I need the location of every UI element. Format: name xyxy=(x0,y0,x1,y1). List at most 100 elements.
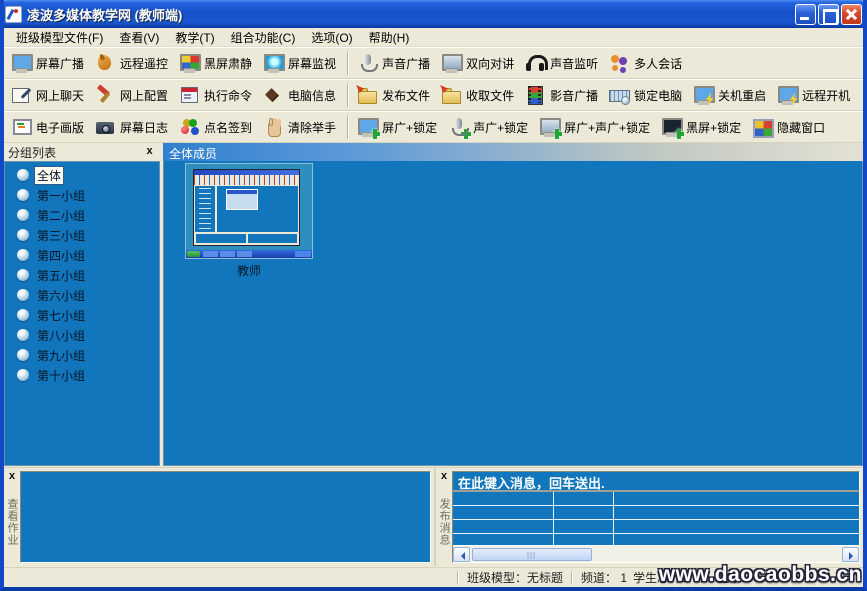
member-label: 教师 xyxy=(184,262,314,279)
mini-sidebar xyxy=(195,186,217,232)
voice-broadcast-button[interactable]: 声音广播 xyxy=(353,51,437,75)
sidebar-item-group5[interactable]: 第五小组 xyxy=(5,265,159,285)
button-label: 执行命令 xyxy=(204,87,252,104)
lock-computer-button[interactable]: 锁定电脑 xyxy=(605,83,689,107)
bottom-area: x 查看作业 x 发布消息 在此键入消息，回车送出. xyxy=(4,467,863,566)
mini-content xyxy=(195,186,298,232)
blackscreen-lock-button[interactable]: 黑屏+锁定 xyxy=(657,115,748,139)
media-broadcast-button[interactable]: 影音广播 xyxy=(521,83,605,107)
status-class-model: 班级模型：无标题 xyxy=(464,569,566,586)
mini-taskbar xyxy=(186,250,312,258)
screen-monitor-button[interactable]: 屏幕监视 xyxy=(259,51,343,75)
sidebar-item-group1[interactable]: 第一小组 xyxy=(5,185,159,205)
screen-broadcast-button[interactable]: 屏幕广播 xyxy=(7,51,91,75)
group-ball-icon xyxy=(17,369,29,381)
send-files-icon xyxy=(356,85,378,105)
button-label: 点名签到 xyxy=(204,119,252,136)
button-label: 远程开机 xyxy=(802,87,850,104)
horizontal-scrollbar[interactable] xyxy=(453,545,859,562)
computer-info-button[interactable]: 电脑信息 xyxy=(259,83,343,107)
mini-bottom-panels xyxy=(195,233,298,244)
menu-file[interactable]: 班级模型文件(F) xyxy=(8,27,111,48)
screen-log-button[interactable]: 屏幕日志 xyxy=(91,115,175,139)
button-label: 声音监听 xyxy=(550,55,598,72)
online-config-button[interactable]: 网上配置 xyxy=(91,83,175,107)
menu-combo[interactable]: 组合功能(C) xyxy=(223,27,304,48)
status-separator xyxy=(457,571,459,584)
message-input[interactable]: 在此键入消息，回车送出. xyxy=(453,472,859,492)
send-files-button[interactable]: 发布文件 xyxy=(353,83,437,107)
remote-poweron-button[interactable]: 远程开机 xyxy=(773,83,857,107)
group-list-close-icon[interactable]: x xyxy=(143,146,156,159)
button-label: 影音广播 xyxy=(550,87,598,104)
menu-help[interactable]: 帮助(H) xyxy=(361,27,418,48)
group-ball-icon xyxy=(17,329,29,341)
black-screen-quiet-button[interactable]: 黑屏肃静 xyxy=(175,51,259,75)
group-session-button[interactable]: 多人会话 xyxy=(605,51,689,75)
toolbar-row-3: 电子画版 屏幕日志 点名签到 清除举手 屏广+锁定 声广+锁定 屏广+声广+锁定… xyxy=(4,111,863,143)
button-label: 屏幕监视 xyxy=(288,55,336,72)
close-button[interactable] xyxy=(841,4,862,25)
shutdown-restart-button[interactable]: 关机重启 xyxy=(689,83,773,107)
minimize-button[interactable] xyxy=(795,4,816,25)
sidebar-item-all[interactable]: 全体 xyxy=(5,165,159,185)
homework-close-icon[interactable]: x xyxy=(6,471,19,484)
button-label: 声音广播 xyxy=(382,55,430,72)
homework-content[interactable] xyxy=(20,471,431,563)
computer-info-icon xyxy=(262,85,284,105)
button-label: 多人会话 xyxy=(634,55,682,72)
group-ball-icon xyxy=(17,189,29,201)
hide-window-button[interactable]: 隐藏窗口 xyxy=(748,115,832,139)
member-teacher[interactable]: 教师 xyxy=(184,163,314,279)
teacher-screen-thumbnail xyxy=(185,163,313,259)
lock-computer-icon xyxy=(608,85,630,105)
message-close-icon[interactable]: x xyxy=(438,471,451,484)
sidebar-item-group7[interactable]: 第七小组 xyxy=(5,305,159,325)
maximize-button[interactable] xyxy=(818,4,839,25)
menu-teach[interactable]: 教学(T) xyxy=(167,27,222,48)
button-label: 电子画版 xyxy=(36,119,84,136)
scroll-right-icon[interactable] xyxy=(842,547,859,562)
sidebar-item-group3[interactable]: 第三小组 xyxy=(5,225,159,245)
voicebroadcast-lock-button[interactable]: 声广+锁定 xyxy=(444,115,535,139)
remote-control-button[interactable]: 远程遥控 xyxy=(91,51,175,75)
button-label: 黑屏+锁定 xyxy=(686,119,741,136)
clear-raised-hands-icon xyxy=(262,117,284,137)
button-label: 屏广+声广+锁定 xyxy=(564,119,650,136)
title-bar[interactable]: 凌波多媒体教学网 (教师端) xyxy=(0,0,867,28)
two-way-intercom-button[interactable]: 双向对讲 xyxy=(437,51,521,75)
scrollbar-thumb[interactable] xyxy=(472,548,592,561)
menu-options[interactable]: 选项(O) xyxy=(303,27,360,48)
sidebar-item-group9[interactable]: 第九小组 xyxy=(5,345,159,365)
sidebar-item-group8[interactable]: 第八小组 xyxy=(5,325,159,345)
plus-overlay-icon xyxy=(461,129,471,139)
group-session-icon xyxy=(608,53,630,73)
sidebar-item-group10[interactable]: 第十小组 xyxy=(5,365,159,385)
group-ball-icon xyxy=(17,269,29,281)
button-label: 网上聊天 xyxy=(36,87,84,104)
sidebar-item-group4[interactable]: 第四小组 xyxy=(5,245,159,265)
button-label: 网上配置 xyxy=(120,87,168,104)
sidebar-item-group2[interactable]: 第二小组 xyxy=(5,205,159,225)
collect-files-button[interactable]: 收取文件 xyxy=(437,83,521,107)
run-command-button[interactable]: 执行命令 xyxy=(175,83,259,107)
voice-broadcast-icon xyxy=(356,53,378,73)
whiteboard-button[interactable]: 电子画版 xyxy=(7,115,91,139)
voice-listen-button[interactable]: 声音监听 xyxy=(521,51,605,75)
scroll-left-icon[interactable] xyxy=(453,547,470,562)
online-chat-icon xyxy=(10,85,32,105)
mini-start-button xyxy=(187,251,200,257)
status-separator xyxy=(571,571,573,584)
media-broadcast-icon xyxy=(524,85,546,105)
lightning-overlay-icon xyxy=(704,93,715,106)
menu-view[interactable]: 查看(V) xyxy=(111,27,167,48)
sidebar-item-group6[interactable]: 第六小组 xyxy=(5,285,159,305)
button-label: 双向对讲 xyxy=(466,55,514,72)
clear-raised-hands-button[interactable]: 清除举手 xyxy=(259,115,343,139)
toolbar-separator xyxy=(347,115,349,139)
roll-call-button[interactable]: 点名签到 xyxy=(175,115,259,139)
screenbroadcast-lock-button[interactable]: 屏广+锁定 xyxy=(353,115,444,139)
group-list: 全体 第一小组 第二小组 第三小组 第四小组 第五小组 第六小组 第七小组 第八… xyxy=(4,161,160,466)
online-chat-button[interactable]: 网上聊天 xyxy=(7,83,91,107)
screen-voice-lock-button[interactable]: 屏广+声广+锁定 xyxy=(535,115,657,139)
